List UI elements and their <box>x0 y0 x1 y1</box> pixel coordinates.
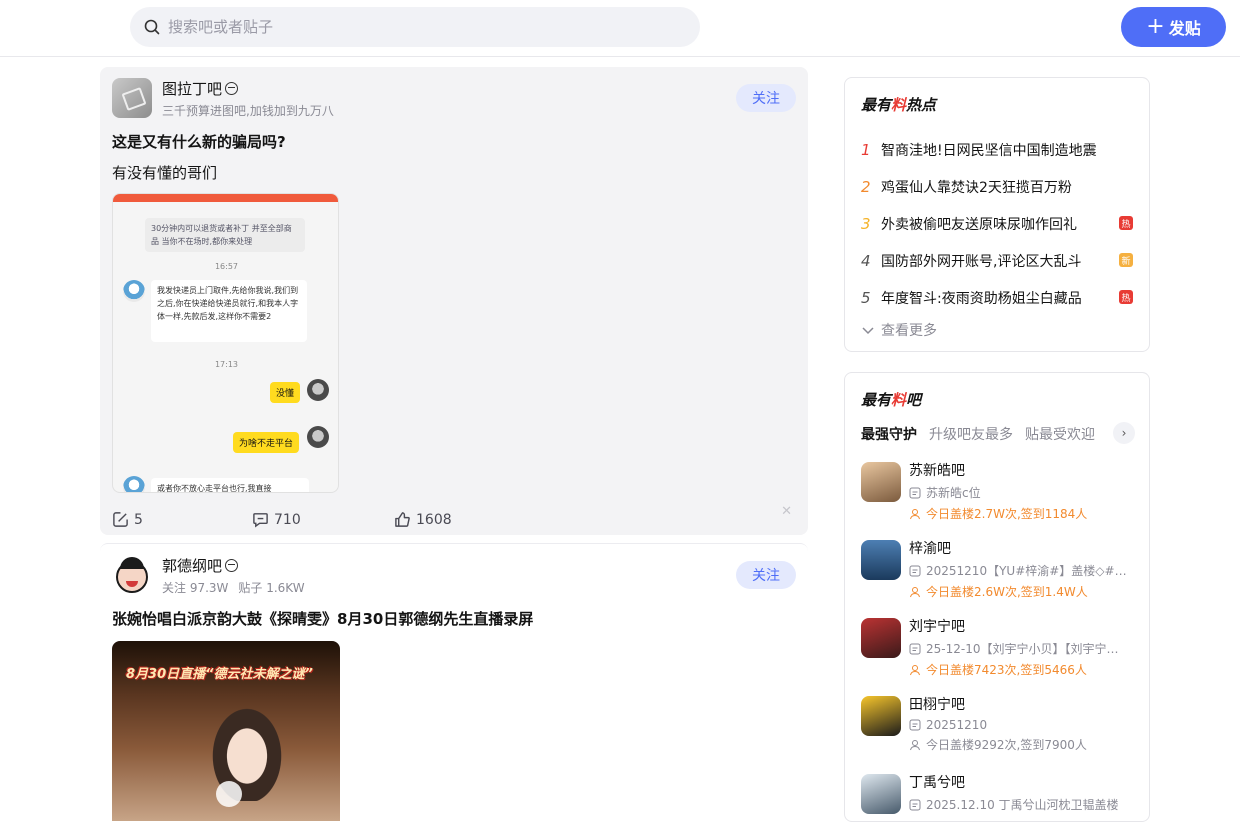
post-card[interactable]: 郭德纲吧 关注 97.3W 贴子 1.6KW 关注 张婉怡唱白派京韵大鼓《探晴雯》… <box>100 543 808 833</box>
bar-list-item[interactable]: 田栩宁吧 20251210 今日盖楼9292次,签到7900人 <box>861 694 1133 756</box>
post-header: 郭德纲吧 关注 97.3W 贴子 1.6KW <box>112 554 796 596</box>
close-icon[interactable]: ✕ <box>781 504 792 519</box>
new-post-button[interactable]: + 发贴 <box>1121 7 1226 47</box>
search-box[interactable] <box>130 7 700 47</box>
hot-topics-title: 最有料热点 <box>861 96 937 114</box>
bar-avatar <box>861 462 901 502</box>
chat-avatar <box>307 426 329 448</box>
hot-tag: 热 <box>1119 290 1133 304</box>
post-video[interactable]: 8月30日直播“德云社未解之谜” <box>112 641 340 821</box>
hot-topic-item[interactable]: 2 鸡蛋仙人靠焚诀2天狂揽百万粉 <box>861 168 1133 205</box>
image-top-strip <box>113 194 338 202</box>
see-more-link[interactable]: 查看更多 <box>861 320 1133 340</box>
bar-badge-icon <box>225 81 239 95</box>
repost-button[interactable]: 5 <box>112 511 252 528</box>
top-bars-panel: 最有料吧 最强守护 升级吧友最多 贴最受欢迎 › 苏新皓吧 苏新皓c位 今日盖楼… <box>844 372 1150 822</box>
bar-avatar[interactable] <box>112 555 152 595</box>
chat-time: 17:13 <box>214 360 239 369</box>
hot-topic-item[interactable]: 4 国防部外网开账号,评论区大乱斗 新 <box>861 242 1133 279</box>
new-post-label: 发贴 <box>1168 19 1201 38</box>
chat-avatar <box>123 476 145 492</box>
bar-stats: 关注 97.3W 贴子 1.6KW <box>162 580 305 595</box>
post-header: 图拉丁吧 三千预算进图吧,加钱加到九万八 <box>112 77 796 119</box>
bar-list-item[interactable]: 刘宇宁吧 25-12-10【刘宇宁小贝】【刘宇宁吧… 今日盖楼7423次,签到5… <box>861 616 1133 678</box>
hot-topic-item[interactable]: 3 外卖被偷吧友送原味尿咖作回礼 热 <box>861 205 1133 242</box>
user-icon <box>910 586 920 597</box>
tab-most-popular[interactable]: 贴最受欢迎 <box>1025 424 1095 444</box>
comment-icon <box>253 513 268 528</box>
top-bars-title: 最有料吧 <box>861 391 922 409</box>
chat-note: 30分钟内可以退货或者补丁 并至全部商品 当你不在场时,都你来处理 <box>145 218 305 252</box>
like-button[interactable]: 1608 <box>394 511 452 528</box>
bar-list-item[interactable]: 丁禹兮吧 2025.12.10 丁禹兮山河枕卫韫盖楼 <box>861 772 1133 834</box>
hot-topics-panel: 最有料热点 1 智商洼地!日网民坚信中国制造地震 2 鸡蛋仙人靠焚诀2天狂揽百万… <box>844 77 1150 352</box>
hot-topic-item[interactable]: 1 智商洼地!日网民坚信中国制造地震 <box>861 131 1133 168</box>
hot-tag: 热 <box>1119 216 1133 230</box>
chat-message: 或者你不放心走平台也行,我直接 <box>151 478 309 492</box>
bar-avatar[interactable] <box>112 78 152 118</box>
chat-reply: 为啥不走平台 <box>233 432 300 453</box>
comment-button[interactable]: 710 <box>252 511 394 528</box>
bar-rank-tabs: 最强守护 升级吧友最多 贴最受欢迎 › <box>861 422 1135 444</box>
chat-time: 16:57 <box>214 262 239 271</box>
search-icon <box>144 19 160 35</box>
plus-icon: + <box>1146 14 1165 39</box>
post-icon <box>909 643 921 654</box>
bar-slogan: 三千预算进图吧,加钱加到九万八 <box>162 103 334 118</box>
bar-avatar <box>861 618 901 658</box>
tab-strongest-guard[interactable]: 最强守护 <box>861 424 917 444</box>
post-title[interactable]: 这是又有什么新的骗局吗? <box>112 131 796 152</box>
chat-avatar <box>307 379 329 401</box>
user-icon <box>910 508 920 519</box>
bar-name[interactable]: 图拉丁吧 <box>162 78 334 99</box>
post-title[interactable]: 张婉怡唱白派京韵大鼓《探晴雯》8月30日郭德纲先生直播录屏 <box>112 608 796 629</box>
bar-avatar <box>861 540 901 580</box>
top-bar: + 发贴 <box>0 0 1240 57</box>
new-tag: 新 <box>1119 253 1133 267</box>
bar-avatar <box>861 774 901 814</box>
bar-list-item[interactable]: 苏新皓吧 苏新皓c位 今日盖楼2.7W次,签到1184人 <box>861 460 1133 522</box>
chevron-down-icon <box>862 327 874 335</box>
tab-most-upgrades[interactable]: 升级吧友最多 <box>929 424 1013 444</box>
share-icon <box>113 512 128 527</box>
post-card[interactable]: 图拉丁吧 三千预算进图吧,加钱加到九万八 关注 这是又有什么新的骗局吗? 有没有… <box>100 67 808 535</box>
search-input[interactable] <box>168 18 648 36</box>
chat-avatar <box>123 280 145 302</box>
post-body: 有没有懂的哥们 <box>112 164 218 182</box>
post-icon <box>909 565 921 576</box>
follow-button[interactable]: 关注 <box>736 561 796 589</box>
chat-message: 我发快递员上门取件,先给你我说,我们到之后,你在快递给快递员就行,和我本人字体一… <box>151 280 307 342</box>
post-feed: 图拉丁吧 三千预算进图吧,加钱加到九万八 关注 这是又有什么新的骗局吗? 有没有… <box>100 67 808 833</box>
thumbs-up-icon <box>395 512 410 527</box>
user-icon <box>910 664 920 675</box>
post-icon <box>909 719 921 731</box>
chat-reply: 没懂 <box>270 382 301 403</box>
play-icon[interactable] <box>216 781 242 807</box>
bar-list-item[interactable]: 梓渝吧 20251210【YU#梓渝#】盖楼◇#网… 今日盖楼2.6W次,签到1… <box>861 538 1133 600</box>
post-actions: 5 710 1608 <box>112 511 796 528</box>
post-icon <box>909 487 921 498</box>
post-image[interactable]: 30分钟内可以退货或者补丁 并至全部商品 当你不在场时,都你来处理 16:57 … <box>112 193 339 493</box>
hot-topic-item[interactable]: 5 年度智斗:夜雨资助杨姐尘白藏品 热 <box>861 279 1133 316</box>
bar-name[interactable]: 郭德纲吧 <box>162 555 305 576</box>
follow-button[interactable]: 关注 <box>736 84 796 112</box>
bar-badge-icon <box>225 558 239 572</box>
video-banner: 8月30日直播“德云社未解之谜” <box>126 667 313 682</box>
bar-avatar <box>861 696 901 736</box>
user-icon <box>910 739 920 750</box>
chevron-right-icon[interactable]: › <box>1113 422 1135 444</box>
